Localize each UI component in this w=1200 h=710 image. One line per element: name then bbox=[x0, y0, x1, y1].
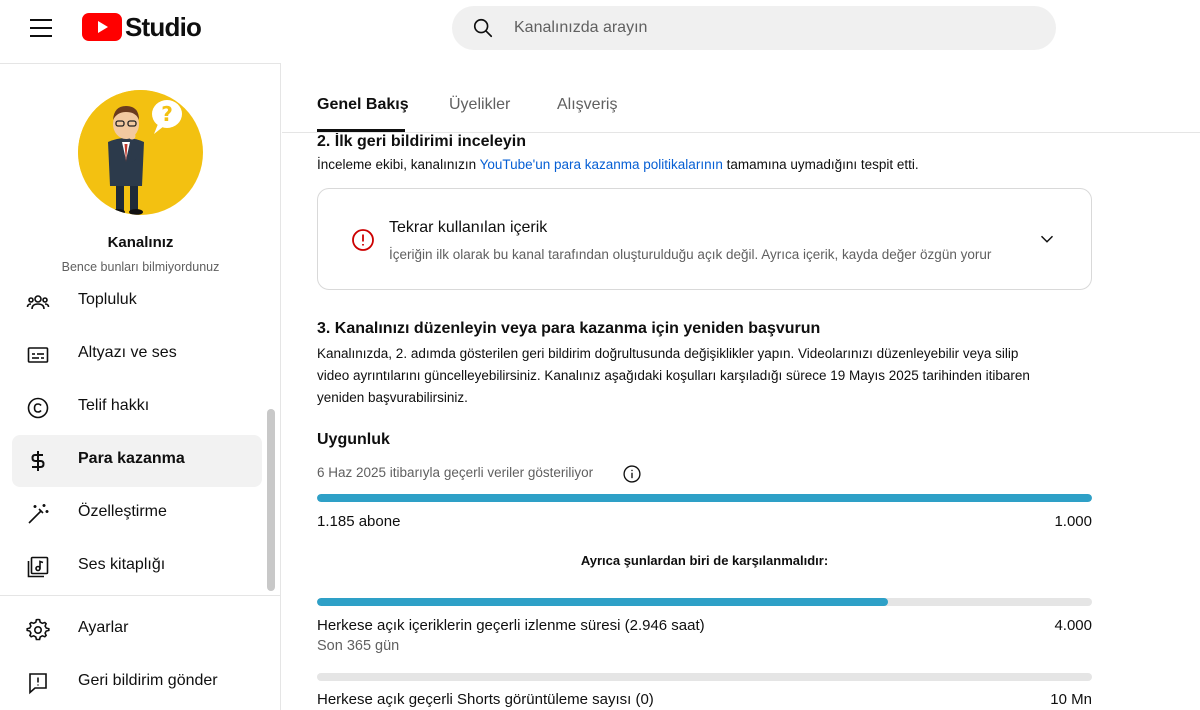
community-icon bbox=[26, 295, 50, 310]
youtube-studio-logo[interactable]: Studio bbox=[82, 10, 202, 44]
sidebar-item-feedback[interactable]: Geri bildirim gönder bbox=[12, 657, 262, 709]
sidebar-scrollbar[interactable] bbox=[267, 409, 275, 591]
step3-line-2: video ayrıntılarını güncelleyebilirsiniz… bbox=[317, 368, 1030, 383]
svg-text:?: ? bbox=[161, 102, 173, 126]
sidebar-item-audio-library[interactable]: Ses kitaplığı bbox=[12, 541, 262, 593]
shorts-views-label: Herkese açık geçerli Shorts görüntüleme … bbox=[317, 691, 654, 708]
tab-overview[interactable]: Genel Bakış bbox=[317, 96, 409, 114]
hamburger-menu-icon[interactable] bbox=[22, 15, 60, 41]
youtube-logo-icon bbox=[82, 13, 122, 41]
info-icon[interactable] bbox=[622, 464, 642, 484]
sidebar-item-monetization[interactable]: Para kazanma bbox=[12, 435, 262, 487]
tab-memberships[interactable]: Üyelikler bbox=[449, 96, 510, 114]
sidebar-item-community[interactable]: Topluluk bbox=[12, 276, 262, 328]
watch-hours-target: 4.000 bbox=[1054, 617, 1092, 634]
sidebar: ? Kanalınız Bence bunları bilmiyordunuz bbox=[0, 63, 281, 710]
step2-heading: 2. İlk geri bildirimi inceleyin bbox=[317, 133, 526, 150]
subscriber-progress-bar bbox=[317, 494, 1092, 502]
active-tab-indicator bbox=[317, 129, 405, 132]
sidebar-item-label: Topluluk bbox=[78, 291, 137, 308]
sidebar-item-customization[interactable]: Özelleştirme bbox=[12, 488, 262, 540]
logo-text: Studio bbox=[125, 11, 202, 42]
sidebar-item-label: Özelleştirme bbox=[78, 503, 167, 520]
issue-title: Tekrar kullanılan içerik bbox=[389, 219, 548, 236]
watch-hours-label: Herkese açık içeriklerin geçerli izlenme… bbox=[317, 617, 705, 634]
gear-icon bbox=[26, 618, 50, 641]
avatar-illustration: ? bbox=[78, 90, 202, 215]
alert-icon bbox=[352, 229, 374, 251]
watch-hours-progress-fill bbox=[317, 598, 888, 606]
top-header: Studio bbox=[0, 0, 1200, 63]
search-input[interactable] bbox=[514, 6, 1034, 50]
audio-library-icon bbox=[27, 556, 49, 578]
channel-title: Kanalınız bbox=[107, 234, 174, 251]
search-box[interactable] bbox=[452, 6, 1056, 50]
subscriber-count: 1.185 abone bbox=[317, 513, 401, 530]
sidebar-item-label: Ayarlar bbox=[78, 619, 129, 636]
eligibility-title: Uygunluk bbox=[317, 431, 390, 448]
channel-avatar[interactable]: ? bbox=[78, 90, 203, 215]
subscriber-target: 1.000 bbox=[1054, 513, 1092, 530]
sidebar-item-label: Telif hakkı bbox=[78, 397, 150, 414]
dollar-icon bbox=[31, 451, 45, 471]
step3-line-1: Kanalınızda, 2. adımda gösterilen geri b… bbox=[317, 346, 1019, 361]
subtitles-icon bbox=[27, 347, 49, 363]
issue-card-reused-content[interactable]: Tekrar kullanılan içerik İçeriğin ilk ol… bbox=[317, 188, 1092, 290]
sidebar-item-label: Ses kitaplığı bbox=[78, 556, 166, 573]
sidebar-item-copyright[interactable]: Telif hakkı bbox=[12, 382, 262, 434]
sidebar-divider bbox=[0, 595, 281, 596]
issue-description: İçeriğin ilk olarak bu kanal tarafından … bbox=[389, 247, 992, 262]
chevron-down-icon[interactable] bbox=[1036, 228, 1058, 250]
step2-text-after: tamamına uymadığını tespit etti. bbox=[722, 157, 919, 172]
main-content: Genel Bakış Üyelikler Alışveriş 2. İlk g… bbox=[282, 63, 1200, 710]
sidebar-item-label: Para kazanma bbox=[78, 450, 185, 467]
search-icon[interactable] bbox=[472, 17, 494, 39]
policy-link[interactable]: YouTube'un para kazanma politikalarının bbox=[480, 157, 723, 172]
magic-wand-icon bbox=[28, 504, 49, 524]
sidebar-item-settings[interactable]: Ayarlar bbox=[12, 604, 262, 656]
watch-hours-progress-bar bbox=[317, 598, 1092, 606]
subscriber-progress-fill bbox=[317, 494, 1092, 502]
step3-line-3: yeniden başvurabilirsiniz. bbox=[317, 390, 468, 405]
feedback-icon bbox=[29, 673, 47, 695]
step2-description: İnceleme ekibi, kanalınızın YouTube'un p… bbox=[317, 154, 919, 176]
tab-shopping[interactable]: Alışveriş bbox=[557, 96, 617, 114]
also-required-note: Ayrıca şunlardan biri de karşılanmalıdır… bbox=[580, 553, 829, 568]
shorts-views-progress-bar bbox=[317, 673, 1092, 681]
copyright-icon bbox=[27, 397, 49, 419]
sidebar-item-label: Altyazı ve ses bbox=[78, 344, 177, 361]
step2-text-before: İnceleme ekibi, kanalınızın bbox=[317, 157, 480, 172]
data-note: 6 Haz 2025 itibarıyla geçerli veriler gö… bbox=[317, 465, 594, 480]
step3-heading: 3. Kanalınızı düzenleyin veya para kazan… bbox=[317, 320, 821, 337]
tab-bar: Genel Bakış Üyelikler Alışveriş bbox=[282, 63, 1200, 133]
sidebar-item-label: Geri bildirim gönder bbox=[78, 672, 218, 689]
sidebar-item-subtitles[interactable]: Altyazı ve ses bbox=[12, 329, 262, 381]
channel-subtitle: Bence bunları bilmiyordunuz bbox=[61, 260, 220, 274]
watch-hours-period: Son 365 gün bbox=[317, 638, 400, 654]
shorts-views-target: 10 Mn bbox=[1050, 691, 1092, 708]
